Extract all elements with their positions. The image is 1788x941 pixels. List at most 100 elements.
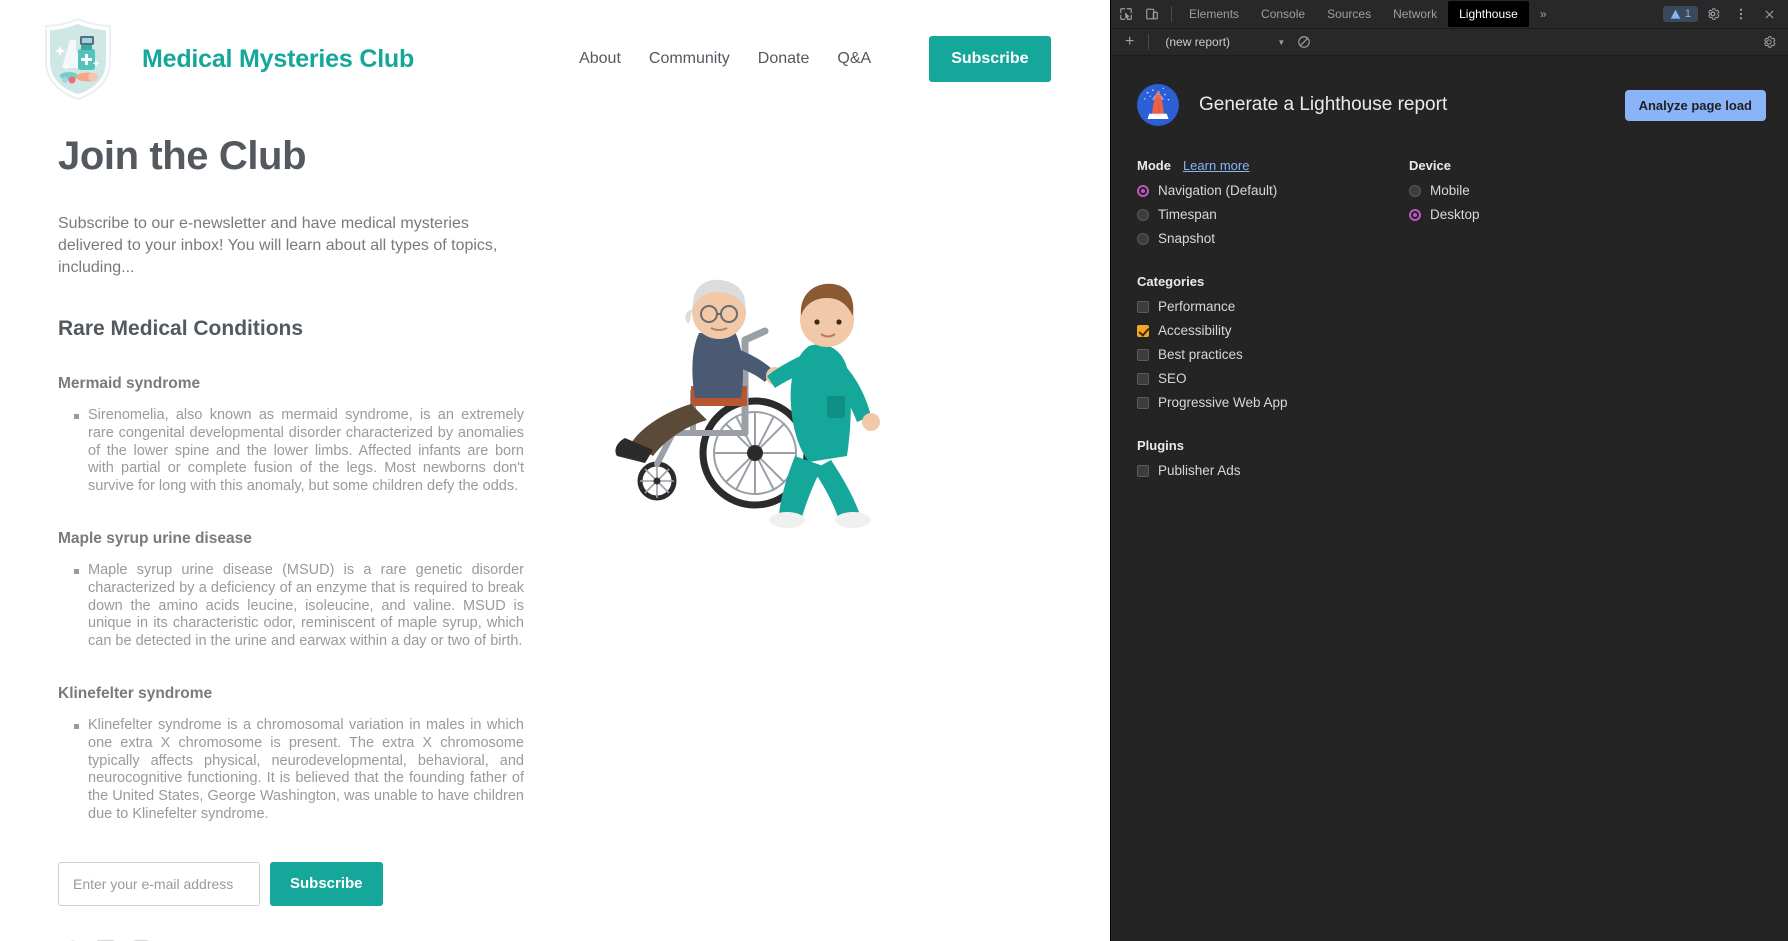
tab-network[interactable]: Network <box>1382 1 1448 27</box>
condition-list: Klinefelter syndrome is a chromosomal va… <box>58 717 560 824</box>
learn-more-link[interactable]: Learn more <box>1183 158 1249 173</box>
plugin-option-label: Publisher Ads <box>1158 463 1241 478</box>
checkbox-icon[interactable] <box>1137 397 1149 409</box>
radio-icon[interactable] <box>1137 209 1149 221</box>
category-option-accessibility[interactable]: Accessibility <box>1137 322 1409 340</box>
subscribe-submit-button[interactable]: Subscribe <box>270 861 383 906</box>
kebab-menu-icon[interactable] <box>1728 1 1754 27</box>
category-option-label: Progressive Web App <box>1158 395 1288 410</box>
mode-title: Mode Learn more <box>1137 158 1409 173</box>
list-item: Klinefelter syndrome is a chromosomal va… <box>74 717 524 824</box>
analyze-page-load-button[interactable]: Analyze page load <box>1624 89 1766 121</box>
devtools-toolbar-actions: 1 <box>1662 1 1786 27</box>
illustration-column <box>560 118 1110 941</box>
condition-title: Klinefelter syndrome <box>58 684 213 702</box>
lighthouse-subbar: + (new report) ▼ <box>1111 29 1788 56</box>
tab-lighthouse[interactable]: Lighthouse <box>1448 1 1529 27</box>
category-option-best-practices[interactable]: Best practices <box>1137 346 1409 364</box>
tab-console[interactable]: Console <box>1250 1 1316 27</box>
web-page: Medical Mysteries Club About Community D… <box>0 0 1110 941</box>
issues-count: 1 <box>1684 8 1691 20</box>
radio-icon[interactable] <box>1409 185 1421 197</box>
tab-sources[interactable]: Sources <box>1316 1 1382 27</box>
condition-list: Maple syrup urine disease (MSUD) is a ra… <box>58 562 560 651</box>
device-title: Device <box>1409 158 1451 173</box>
page-title: Join the Club <box>58 134 307 178</box>
intro-paragraph: Subscribe to our e-newsletter and have m… <box>58 215 498 276</box>
toolbar-divider <box>1171 6 1172 22</box>
mode-label: Mode <box>1137 158 1171 173</box>
device-option-mobile[interactable]: Mobile <box>1409 182 1649 200</box>
category-option-label: SEO <box>1158 371 1187 386</box>
radio-icon[interactable] <box>1137 185 1149 197</box>
lighthouse-settings-form: Mode Learn more Navigation (Default) Tim… <box>1111 158 1788 506</box>
mode-option-snapshot[interactable]: Snapshot <box>1137 230 1409 248</box>
mode-option-label: Snapshot <box>1158 231 1216 246</box>
mode-option-timespan[interactable]: Timespan <box>1137 206 1409 224</box>
lighthouse-panel: Generate a Lighthouse report Analyze pag… <box>1111 56 1788 941</box>
report-select-value: (new report) <box>1165 35 1231 49</box>
checkbox-icon[interactable] <box>1137 301 1149 313</box>
category-option-label: Accessibility <box>1158 323 1232 338</box>
checkbox-icon[interactable] <box>1137 465 1149 477</box>
radio-icon[interactable] <box>1409 209 1421 221</box>
categories-title: Categories <box>1137 274 1205 289</box>
lighthouse-title: Generate a Lighthouse report <box>1199 94 1448 115</box>
more-tabs-button[interactable]: » <box>1529 1 1558 27</box>
devtools-tabbar: Elements Console Sources Network Lightho… <box>1111 0 1788 29</box>
device-option-label: Mobile <box>1430 183 1470 198</box>
checkbox-icon[interactable] <box>1137 373 1149 385</box>
device-option-desktop[interactable]: Desktop <box>1409 206 1649 224</box>
email-field[interactable] <box>58 861 260 906</box>
mode-option-navigation[interactable]: Navigation (Default) <box>1137 182 1409 200</box>
category-option-label: Best practices <box>1158 347 1243 362</box>
chevron-down-icon: ▼ <box>1277 37 1286 47</box>
checkbox-icon[interactable] <box>1137 349 1149 361</box>
condition-title: Maple syrup urine disease <box>58 529 252 547</box>
inspect-element-icon[interactable] <box>1113 1 1139 27</box>
clear-icon[interactable] <box>1291 29 1317 55</box>
mode-group: Mode Learn more Navigation (Default) Tim… <box>1137 158 1409 248</box>
condition-list: Sirenomelia, also known as mermaid syndr… <box>58 407 560 496</box>
report-select[interactable]: (new report) ▼ <box>1159 33 1291 51</box>
checkbox-icon[interactable] <box>1137 325 1149 337</box>
nav-item-about[interactable]: About <box>579 50 621 68</box>
nurse-pushing-wheelchair-patient-illustration <box>595 228 925 563</box>
nav-item-qanda[interactable]: Q&A <box>837 50 871 68</box>
plugin-option-publisher-ads[interactable]: Publisher Ads <box>1137 462 1409 480</box>
content-column: Join the Club Subscribe to our e-newslet… <box>0 118 560 941</box>
lighthouse-icon <box>1137 84 1179 126</box>
medical-shield-logo[interactable] <box>32 13 124 105</box>
issues-icon <box>1670 9 1681 19</box>
subscribe-form: Subscribe <box>58 861 560 906</box>
device-option-label: Desktop <box>1430 207 1480 222</box>
brand-title: Medical Mysteries Club <box>142 44 415 73</box>
category-option-seo[interactable]: SEO <box>1137 370 1409 388</box>
list-item: Maple syrup urine disease (MSUD) is a ra… <box>74 562 524 651</box>
site-header: Medical Mysteries Club About Community D… <box>0 0 1110 118</box>
categories-group: Categories Performance Accessibility Bes… <box>1137 274 1409 412</box>
devtools-panel: Elements Console Sources Network Lightho… <box>1110 0 1788 941</box>
nav-item-donate[interactable]: Donate <box>758 50 810 68</box>
gear-icon[interactable] <box>1700 1 1726 27</box>
category-option-label: Performance <box>1158 299 1236 314</box>
plugins-title: Plugins <box>1137 438 1184 453</box>
close-icon[interactable] <box>1756 1 1782 27</box>
condition-title: Mermaid syndrome <box>58 375 201 392</box>
category-option-performance[interactable]: Performance <box>1137 298 1409 316</box>
category-option-pwa[interactable]: Progressive Web App <box>1137 394 1409 412</box>
subscribe-nav-button[interactable]: Subscribe <box>929 36 1051 82</box>
issues-badge[interactable]: 1 <box>1662 6 1698 22</box>
radio-icon[interactable] <box>1137 233 1149 245</box>
mode-option-label: Navigation (Default) <box>1158 183 1278 198</box>
device-toolbar-icon[interactable] <box>1139 1 1165 27</box>
plus-icon[interactable]: + <box>1117 33 1142 51</box>
lighthouse-header: Generate a Lighthouse report Analyze pag… <box>1111 84 1788 126</box>
nav-item-community[interactable]: Community <box>649 50 730 68</box>
subbar-divider <box>1148 34 1150 50</box>
tab-elements[interactable]: Elements <box>1178 1 1250 27</box>
mode-option-label: Timespan <box>1158 207 1217 222</box>
subbar-gear-icon[interactable] <box>1756 29 1782 55</box>
list-item: Sirenomelia, also known as mermaid syndr… <box>74 407 524 496</box>
main-navigation: About Community Donate Q&A Subscribe <box>579 36 1051 82</box>
